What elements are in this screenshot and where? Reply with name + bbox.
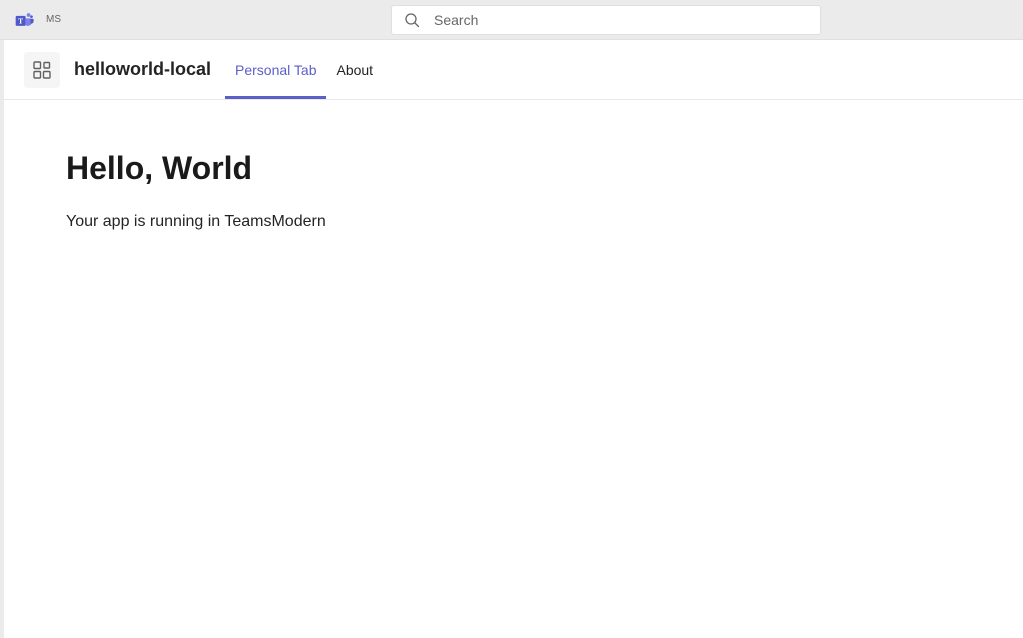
tab-personal-tab[interactable]: Personal Tab — [225, 40, 326, 99]
search-input[interactable] — [434, 12, 808, 28]
page-content: Hello, World Your app is running in Team… — [4, 100, 1023, 281]
top-bar: T MS — [0, 0, 1023, 40]
tab-about[interactable]: About — [326, 40, 383, 99]
tab-label: About — [336, 62, 373, 78]
search-icon — [404, 12, 420, 28]
tab-label: Personal Tab — [235, 62, 316, 78]
search-box[interactable] — [391, 5, 821, 35]
page-heading: Hello, World — [66, 150, 961, 187]
app-header: helloworld-local Personal Tab About — [4, 40, 1023, 100]
app-tile-icon — [32, 60, 52, 80]
content-area: helloworld-local Personal Tab About Hell… — [4, 40, 1023, 638]
user-initials: MS — [46, 14, 61, 25]
main-area: helloworld-local Personal Tab About Hell… — [0, 40, 1023, 638]
app-title: helloworld-local — [74, 59, 211, 80]
svg-text:T: T — [18, 16, 23, 25]
app-icon-box — [24, 52, 60, 88]
tabs: Personal Tab About — [225, 40, 383, 99]
page-body-text: Your app is running in TeamsModern — [66, 213, 961, 231]
teams-logo-icon: T — [14, 10, 34, 30]
